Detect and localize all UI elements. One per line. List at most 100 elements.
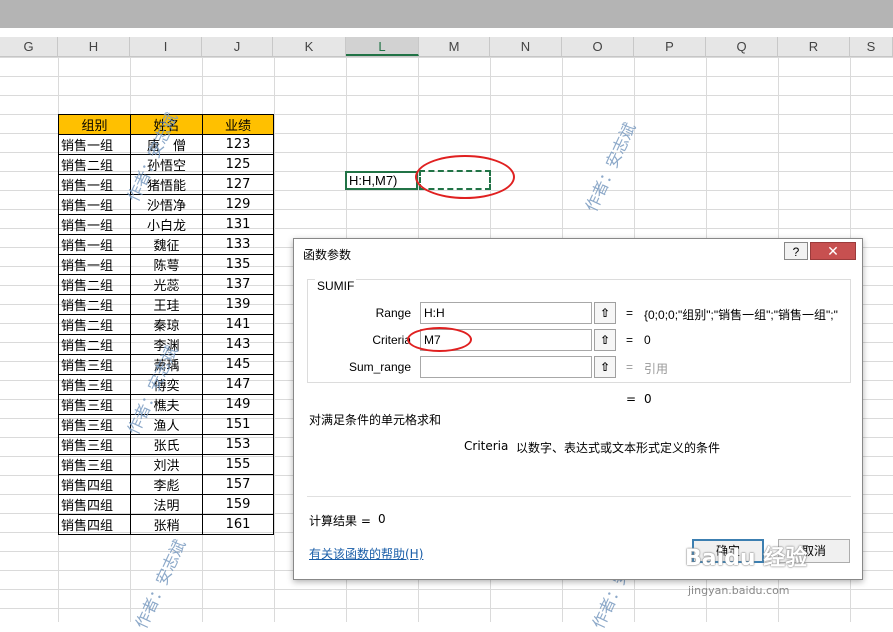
cell-performance[interactable]: 161 (202, 514, 274, 535)
table-row: 销售二组 王珪 139 (58, 294, 274, 315)
cell-performance[interactable]: 153 (202, 434, 274, 455)
col-header-h[interactable]: H (58, 37, 130, 56)
cell-group[interactable]: 销售三组 (58, 394, 131, 415)
cell-group[interactable]: 销售一组 (58, 194, 131, 215)
criteria-equals: = (626, 333, 634, 347)
cell-group[interactable]: 销售二组 (58, 294, 131, 315)
cell-group[interactable]: 销售三组 (58, 354, 131, 375)
cell-performance[interactable]: 145 (202, 354, 274, 375)
help-button[interactable]: ? (784, 242, 808, 260)
cell-group[interactable]: 销售一组 (58, 174, 131, 195)
cell-group[interactable]: 销售三组 (58, 454, 131, 475)
cell-name[interactable]: 小白龙 (130, 214, 203, 235)
cell-performance[interactable]: 127 (202, 174, 274, 195)
col-header-p[interactable]: P (634, 37, 706, 56)
table-row: 销售三组 渔人 151 (58, 414, 274, 435)
sales-table: 组别 姓名 业绩 销售一组唐 僧 123 销售二组 孙悟空 125 销售一组 猪悟能 127 销… (58, 114, 274, 535)
cell-performance[interactable]: 143 (202, 334, 274, 355)
col-header-r[interactable]: R (778, 37, 850, 56)
cell-performance[interactable]: 133 (202, 234, 274, 255)
cell-group[interactable]: 销售二组 (58, 334, 131, 355)
range-equals: = (626, 306, 634, 320)
collapse-icon: ⇧ (599, 333, 611, 347)
cell-name[interactable]: 光蕊 (130, 274, 203, 295)
total-value: 0 (644, 392, 652, 406)
cell-name[interactable]: 李彪 (130, 474, 203, 495)
cell-group[interactable]: 销售一组 (58, 254, 131, 275)
col-header-j[interactable]: J (202, 37, 273, 56)
baidu-watermark-url: jingyan.baidu.com (688, 584, 790, 597)
cell-performance[interactable]: 129 (202, 194, 274, 215)
cell-performance[interactable]: 131 (202, 214, 274, 235)
table-row: 销售四组 张稍 161 (58, 514, 274, 535)
col-header-m[interactable]: M (419, 37, 490, 56)
cell-performance[interactable]: 139 (202, 294, 274, 315)
cell-performance[interactable]: 147 (202, 374, 274, 395)
col-header-i[interactable]: I (130, 37, 202, 56)
collapse-criteria-button[interactable]: ⇧ (594, 329, 616, 351)
range-input[interactable]: H:H (420, 302, 592, 324)
table-row: 销售一组 猪悟能 127 (58, 174, 274, 195)
cell-group[interactable]: 销售四组 (58, 494, 131, 515)
cell-performance[interactable]: 141 (202, 314, 274, 335)
close-button[interactable]: ✕ (810, 242, 856, 260)
cell-performance[interactable]: 125 (202, 154, 274, 175)
cell-name[interactable]: 陈萼 (130, 254, 203, 275)
cell-group[interactable]: 销售三组 (58, 374, 131, 395)
function-help-link[interactable]: 有关该函数的帮助(H) (309, 545, 423, 562)
cell-performance[interactable]: 157 (202, 474, 274, 495)
cell-group[interactable]: 销售三组 (58, 434, 131, 455)
cell-name[interactable]: 法明 (130, 494, 203, 515)
cell-performance[interactable]: 155 (202, 454, 274, 475)
header-group[interactable]: 组别 (58, 114, 131, 135)
arg-label-range: Range (375, 306, 411, 320)
arg-label-criteria: Criteria (372, 333, 411, 347)
collapse-icon: ⇧ (599, 306, 611, 320)
header-performance[interactable]: 业绩 (202, 114, 274, 135)
collapse-icon: ⇧ (599, 360, 611, 374)
dialog-title: 函数参数 (303, 248, 352, 262)
baidu-watermark-logo: Baidu 经验 (685, 546, 808, 571)
cell-performance[interactable]: 151 (202, 414, 274, 435)
cell-group[interactable]: 销售一组 (58, 214, 131, 235)
col-header-s[interactable]: S (850, 37, 893, 56)
cell-group[interactable]: 销售四组 (58, 474, 131, 495)
table-row: 销售二组 孙悟空 125 (58, 154, 274, 175)
cell-performance[interactable]: 123 (202, 134, 274, 155)
cell-group[interactable]: 销售二组 (58, 314, 131, 335)
table-row: 销售四组 法明 159 (58, 494, 274, 515)
col-header-k[interactable]: K (273, 37, 346, 56)
cell-performance[interactable]: 137 (202, 274, 274, 295)
arg-description-name: Criteria (464, 439, 509, 453)
table-row: 销售四组 李彪 157 (58, 474, 274, 495)
sum-range-input[interactable] (420, 356, 592, 378)
cell-name[interactable]: 张稍 (130, 514, 203, 535)
col-header-q[interactable]: Q (706, 37, 778, 56)
cell-performance[interactable]: 135 (202, 254, 274, 275)
range-result: {0;0;0;"组别";"销售一组";"销售一组";" (644, 308, 838, 322)
cell-name[interactable]: 秦琼 (130, 314, 203, 335)
cell-name[interactable]: 魏征 (130, 234, 203, 255)
col-header-l[interactable]: L (346, 37, 419, 56)
cell-group[interactable]: 销售二组 (58, 274, 131, 295)
collapse-range-button[interactable]: ⇧ (594, 302, 616, 324)
collapse-sum-range-button[interactable]: ⇧ (594, 356, 616, 378)
cell-group[interactable]: 销售一组 (58, 134, 131, 155)
arg-label-sum-range: Sum_range (348, 360, 411, 374)
table-row: 销售三组 刘洪 155 (58, 454, 274, 475)
cell-group[interactable]: 销售四组 (58, 514, 131, 535)
table-row: 销售一组 魏征 133 (58, 234, 274, 255)
table-row: 销售三组 樵夫 149 (58, 394, 274, 415)
cell-performance[interactable]: 159 (202, 494, 274, 515)
red-circle-annotation (415, 155, 515, 199)
col-header-o[interactable]: O (562, 37, 634, 56)
cell-name[interactable]: 刘洪 (130, 454, 203, 475)
cell-group[interactable]: 销售二组 (58, 154, 131, 175)
cell-name[interactable]: 王珪 (130, 294, 203, 315)
cell-group[interactable]: 销售三组 (58, 414, 131, 435)
cell-group[interactable]: 销售一组 (58, 234, 131, 255)
col-header-n[interactable]: N (490, 37, 562, 56)
cell-l7[interactable]: H:H,M7) (345, 171, 418, 190)
col-header-g[interactable]: G (0, 37, 58, 56)
cell-performance[interactable]: 149 (202, 394, 274, 415)
